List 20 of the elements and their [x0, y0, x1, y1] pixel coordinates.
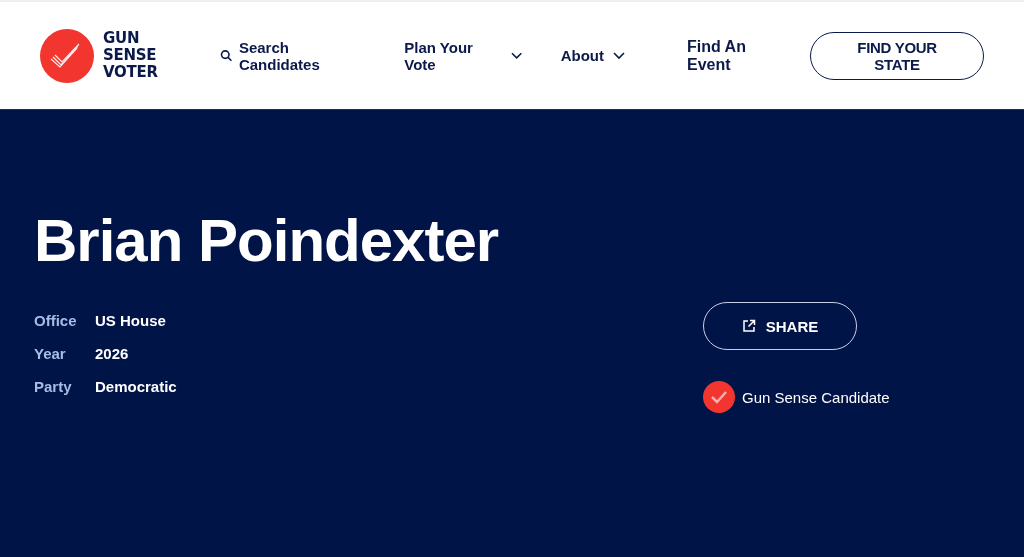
external-link-icon	[741, 319, 756, 333]
detail-value: Democratic	[95, 378, 177, 395]
candidate-name: Brian Poindexter	[34, 206, 500, 276]
checkmark-logo-icon[interactable]	[40, 28, 94, 83]
chevron-down-icon	[613, 51, 625, 60]
checkmark-badge-icon	[703, 381, 735, 413]
badge-label: Gun Sense Candidate	[742, 388, 890, 406]
nav-link[interactable]: Find An Event	[687, 37, 789, 74]
detail-value: 2026	[95, 345, 129, 362]
detail-label: Party	[34, 378, 73, 395]
chevron-down-icon	[511, 51, 523, 60]
detail-value: US House	[95, 312, 166, 329]
logo-wordmark[interactable]: GUN SENSE VOTER	[103, 30, 158, 81]
detail-label: Office	[34, 312, 78, 329]
detail-label: Year	[34, 345, 67, 362]
nav-dropdown[interactable]: Plan Your Vote	[404, 38, 523, 73]
nav-dropdown[interactable]: About	[560, 47, 625, 64]
search-link[interactable]: Search Candidates	[219, 38, 367, 73]
search-icon	[219, 49, 232, 62]
find-state-button[interactable]: FIND YOUR STATE	[810, 31, 984, 80]
